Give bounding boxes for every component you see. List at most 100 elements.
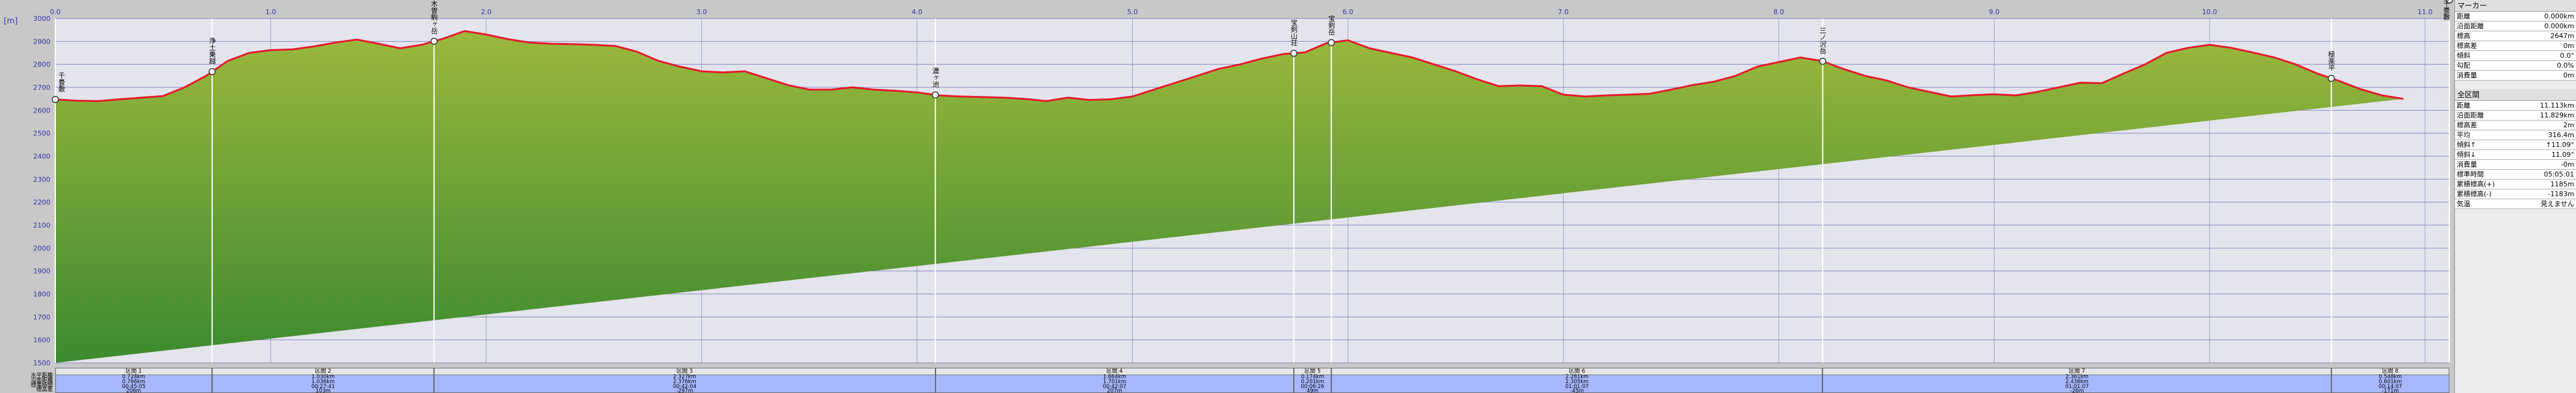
panel-row: 消費量 0m (2455, 70, 2576, 81)
waypoint-marker (430, 38, 438, 45)
waypoint-label: 三ノ沢岳 (1819, 27, 1827, 54)
panel-row: 標準時間 05:05:01 (2455, 169, 2576, 180)
panel-row-label: 標高差 (2455, 120, 2519, 130)
panel-row: 標高差 0m (2455, 41, 2576, 51)
total-panel-title: 全区間 (2455, 89, 2576, 101)
panel-row: 勾配 0.0% (2455, 60, 2576, 71)
panel-row-label: 沿面距離 (2455, 110, 2519, 121)
segment-elev: 206m (126, 388, 141, 393)
waypoint-marker (208, 68, 216, 76)
panel-row: 累積標高(-) -1183m (2455, 189, 2576, 199)
panel-row-label: 累積標高(-) (2455, 189, 2519, 199)
waypoint-label: 千畳敷 (2443, 0, 2451, 21)
segment-cell[interactable]: 区間 2 1.030km 1.036km 00:27:41 103m (212, 368, 435, 393)
waypoint-marker (2328, 74, 2335, 82)
panel-row-label: 傾斜↑ (2455, 140, 2519, 150)
panel-row-value: 0.0° (2513, 50, 2576, 61)
y-tick-label: 2500 (33, 130, 50, 138)
panel-row-value: ↑11.09° (2518, 140, 2576, 150)
waypoint-label: 木曽駒ヶ岳 (430, 0, 438, 34)
panel-row: 距離 0.000km (2455, 12, 2576, 22)
waypoint-label: 極楽平 (2327, 50, 2335, 71)
x-tick-label: 6.0 (1342, 8, 1353, 16)
segment-cell[interactable]: 区間 8 0.548km 0.601km 00:14:07 -171m (2331, 368, 2449, 393)
panel-row-label: 傾斜 (2455, 50, 2513, 61)
x-tick-label: 0.0 (50, 8, 61, 16)
panel-row-value: 11.113km (2518, 101, 2576, 111)
y-tick-label: 2400 (33, 153, 50, 161)
segment-row-labels: 水平距離 沿面距離 標準時間 標高差 (0, 373, 53, 393)
waypoint-label: 宝剣山荘 (1290, 18, 1298, 46)
panel-row: 標高 2647m (2455, 31, 2576, 41)
panel-row-label: 標準時間 (2455, 169, 2519, 180)
panel-row-value: 0.0% (2513, 60, 2576, 71)
panel-row-label: 距離 (2455, 101, 2519, 111)
waypoint-marker (1328, 39, 1335, 46)
panel-row-value: 2647m (2513, 31, 2576, 41)
y-tick-label: 2600 (33, 106, 50, 114)
waypoint-label: 千畳敷 (58, 71, 66, 92)
x-tick-label: 9.0 (1989, 8, 2000, 16)
x-tick-label: 10.0 (2202, 8, 2218, 16)
y-tick-label: 2300 (33, 175, 50, 183)
panel-row-label: 沿面距離 (2455, 21, 2513, 31)
segment-elev: -171m (2382, 388, 2399, 393)
segment-elev: 207m (1107, 388, 1122, 393)
panel-row-label: 消費量 (2455, 70, 2513, 81)
panel-row-value: 1185m (2518, 179, 2576, 189)
segment-cell[interactable]: 区間 6 2.281km 2.305km 01:01:07 -45m (1331, 368, 1823, 393)
y-axis-unit-label: [m] (4, 17, 18, 26)
y-tick-label: 1700 (33, 313, 50, 321)
panel-row-label: 標高 (2455, 31, 2513, 41)
panel-row: 標高差 2m (2455, 120, 2576, 130)
segment-cell[interactable]: 区間 1 0.728km 0.766km 00:45:05 206m (55, 368, 213, 393)
panel-row: 傾斜↓ 11.09° (2455, 149, 2576, 160)
panel-row-label: 累積標高(+) (2455, 179, 2519, 189)
x-tick-label: 5.0 (1127, 8, 1138, 16)
total-table: 距離 11.113km 沿面距離 11.829km 標高差 2m 平均 316.4m 傾斜↑ ↑1… (2455, 101, 2576, 209)
panel-row-label: 平均 (2455, 130, 2519, 140)
waypoint-label: 濃ヶ池 (931, 66, 939, 87)
y-tick-label: 1600 (33, 336, 50, 344)
panel-row-label: 距離 (2455, 12, 2513, 22)
segment-elev: 49m (1306, 388, 1319, 393)
y-tick-label: 1500 (33, 359, 50, 367)
segment-elev: -45m (1570, 388, 1584, 393)
panel-row-value: 0m (2513, 70, 2576, 81)
segment-elev: -26m (2070, 388, 2084, 393)
segment-cell[interactable]: 区間 5 0.174km 0.201km 00:06:26 49m (1293, 368, 1331, 393)
waypoint-marker (52, 96, 59, 103)
y-tick-label: 2700 (33, 84, 50, 92)
panel-row-value: 05:05:01 (2518, 169, 2576, 180)
panel-row-value: 0m (2513, 41, 2576, 51)
side-panel: マーカー 距離 0.000km 沿面距離 0.000km 標高 2647m 標高差 0m 傾斜 0… (2454, 0, 2576, 393)
panel-row-value: 11.09° (2518, 149, 2576, 160)
elevation-profile-chart[interactable]: 千畳敷浄土乗越木曽駒ヶ岳濃ヶ池宝剣山荘 宝剣岳三ノ沢岳極楽平千畳敷 1500160… (0, 0, 2454, 393)
y-tick-label: 3000 (33, 15, 50, 23)
panel-row-value: -1183m (2518, 189, 2576, 199)
waypoint-marker (932, 91, 939, 99)
x-tick-label: 7.0 (1558, 8, 1569, 16)
segment-elev: -297m (676, 388, 693, 393)
segment-table: 水平距離 沿面距離 標準時間 標高差 区間 1 0.728km 0.766km 00:45:0… (31, 368, 2449, 393)
x-tick-label: 3.0 (696, 8, 707, 16)
panel-row: 沿面距離 11.829km (2455, 110, 2576, 121)
y-tick-label: 2800 (33, 61, 50, 69)
panel-row-value: 11.829km (2518, 110, 2576, 121)
panel-row: 傾斜↑ ↑11.09° (2455, 140, 2576, 150)
panel-row-value: 316.4m (2518, 130, 2576, 140)
panel-row: 傾斜 0.0° (2455, 50, 2576, 61)
segment-cell[interactable]: 区間 4 1.664km 1.701km 00:42:07 207m (935, 368, 1294, 393)
panel-row-label: 傾斜↓ (2455, 149, 2519, 160)
y-tick-label: 2000 (33, 244, 50, 252)
panel-row: 平均 316.4m (2455, 130, 2576, 140)
y-tick-label: 2200 (33, 199, 50, 207)
x-tick-label: 4.0 (912, 8, 923, 16)
segment-cell[interactable]: 区間 3 2.327km 2.376km 00:42:04 -297m (434, 368, 935, 393)
panel-row-value: 0.000km (2513, 21, 2576, 31)
row-label-elevation: 標高差 (36, 387, 53, 393)
marker-panel-title: マーカー (2455, 0, 2576, 12)
y-tick-label: 1900 (33, 268, 50, 276)
panel-row: 気温 見えません (2455, 199, 2576, 209)
segment-cell[interactable]: 区間 7 2.361km 2.436km 01:01:07 -26m (1822, 368, 2331, 393)
